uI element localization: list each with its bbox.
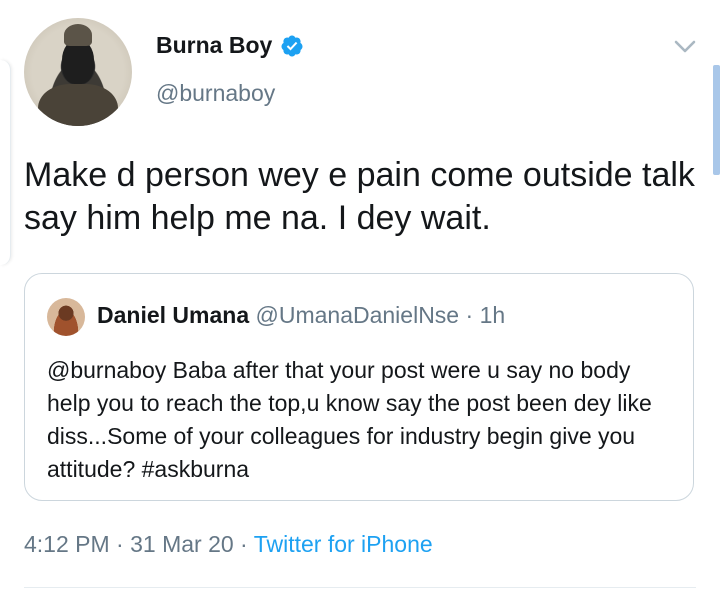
avatar-face-shape bbox=[62, 40, 94, 84]
avatar-body-shape bbox=[38, 84, 118, 126]
tweet-time[interactable]: 4:12 PM bbox=[24, 531, 110, 557]
tweet-date[interactable]: 31 Mar 20 bbox=[130, 531, 234, 557]
quoted-tweet-header: Daniel Umana @UmanaDanielNse · 1h bbox=[97, 302, 505, 329]
previous-panel-edge bbox=[0, 60, 11, 265]
quoted-meta-separator: · bbox=[459, 302, 480, 328]
quoted-tweet-text: @burnaboy Baba after that your post were… bbox=[47, 357, 652, 482]
avatar-head-shape bbox=[64, 24, 92, 46]
verified-badge-icon bbox=[281, 35, 303, 56]
quoted-author-handle: @UmanaDanielNse bbox=[255, 302, 460, 328]
footer-separator-1: · bbox=[109, 531, 131, 557]
author-name[interactable]: Burna Boy bbox=[156, 32, 272, 59]
quoted-time-ago: 1h bbox=[479, 302, 506, 328]
author-avatar[interactable] bbox=[24, 18, 132, 126]
tweet-source-link[interactable]: Twitter for iPhone bbox=[254, 531, 433, 557]
tweet-text: Make d person wey e pain come outside ta… bbox=[24, 156, 695, 237]
chevron-down-icon[interactable] bbox=[672, 36, 698, 56]
author-name-row[interactable]: Burna Boy bbox=[156, 32, 304, 59]
divider bbox=[24, 587, 696, 588]
scroll-indicator[interactable] bbox=[713, 65, 720, 175]
quoted-author-name: Daniel Umana bbox=[97, 302, 250, 328]
footer-separator-2: · bbox=[233, 531, 254, 557]
quoted-tweet-card[interactable]: Daniel Umana @UmanaDanielNse · 1h @burna… bbox=[24, 273, 694, 501]
tweet-meta-footer: 4:12 PM · 31 Mar 20 · Twitter for iPhone bbox=[24, 531, 433, 558]
quoted-author-avatar bbox=[47, 298, 85, 336]
author-handle[interactable]: @burnaboy bbox=[156, 80, 275, 107]
